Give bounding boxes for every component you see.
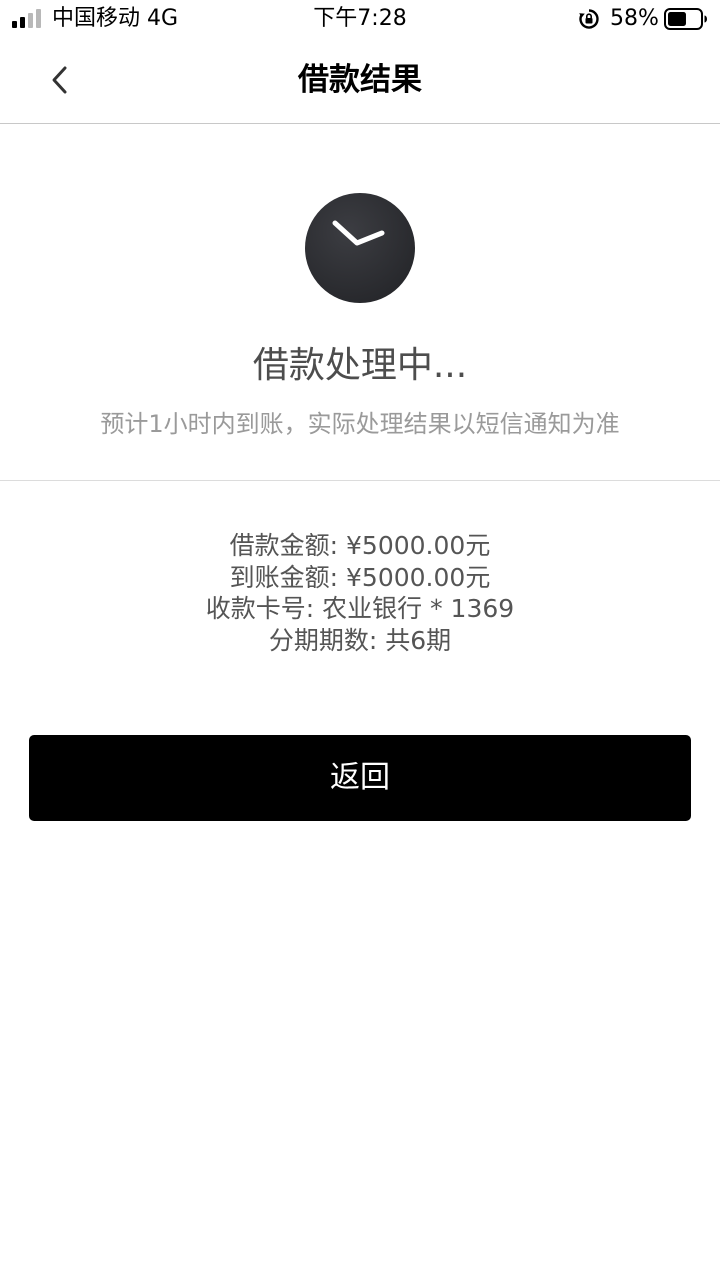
status-bar: 中国移动 4G 下午7:28 58%: [0, 0, 720, 38]
loan-details: 借款金额: ¥5000.00元 到账金额: ¥5000.00元 收款卡号: 农业…: [0, 530, 720, 656]
navigation-bar: 借款结果: [0, 38, 720, 124]
result-status-section: 借款处理中... 预计1小时内到账，实际处理结果以短信通知为准: [0, 124, 720, 481]
chevron-left-icon: [52, 66, 67, 94]
battery-icon: [664, 8, 708, 30]
installment-count: 分期期数: 共6期: [268, 625, 452, 655]
status-title: 借款处理中...: [252, 345, 468, 386]
battery-percent: 58%: [610, 6, 659, 31]
page-title: 借款结果: [298, 62, 422, 98]
received-amount: 到账金额: ¥5000.00元: [229, 562, 491, 592]
status-subtitle: 预计1小时内到账，实际处理结果以短信通知为准: [100, 410, 620, 438]
loan-amount: 借款金额: ¥5000.00元: [229, 531, 491, 560]
rotation-lock-icon: [578, 8, 600, 30]
back-button[interactable]: [36, 56, 84, 104]
return-button[interactable]: 返回: [29, 735, 691, 821]
clock-icon: [304, 192, 416, 304]
card-number: 收款卡号: 农业银行 * 1369: [205, 594, 515, 623]
